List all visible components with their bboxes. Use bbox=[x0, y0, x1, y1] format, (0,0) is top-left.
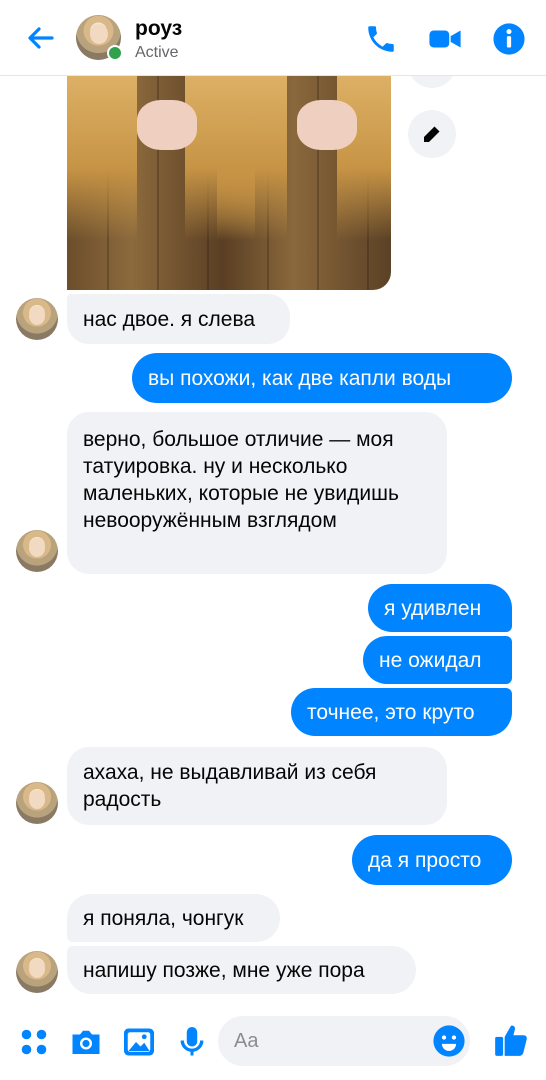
thumbs-up-icon[interactable] bbox=[492, 1020, 530, 1060]
conversation-header: роуз Active bbox=[0, 0, 546, 76]
contact-avatar-small[interactable] bbox=[16, 298, 58, 340]
contact-avatar-small[interactable] bbox=[16, 782, 58, 824]
contact-name[interactable]: роуз bbox=[135, 17, 182, 41]
contact-avatar-small[interactable] bbox=[16, 951, 58, 993]
outgoing-message[interactable]: точнее, это круто bbox=[291, 688, 512, 736]
incoming-message[interactable]: я поняла, чонгук bbox=[67, 894, 280, 942]
info-icon[interactable] bbox=[492, 22, 526, 56]
message-composer: Aa bbox=[0, 1000, 546, 1080]
outgoing-message[interactable]: я удивлен bbox=[368, 584, 512, 632]
outgoing-message[interactable]: вы похожи, как две капли воды bbox=[132, 353, 512, 403]
four-dots-icon[interactable] bbox=[16, 1024, 52, 1060]
incoming-message[interactable]: верно, большое отличие — моя татуировка.… bbox=[67, 412, 447, 574]
microphone-icon[interactable] bbox=[174, 1024, 210, 1060]
incoming-message[interactable]: напишу позже, мне уже пора bbox=[67, 946, 416, 994]
incoming-message[interactable]: нас двое. я слева bbox=[67, 294, 290, 344]
edit-photo-button[interactable] bbox=[408, 110, 456, 158]
incoming-message[interactable]: ахаха, не выдавливай из себя радость bbox=[67, 747, 447, 825]
shared-photo[interactable] bbox=[67, 60, 391, 290]
smiley-icon[interactable] bbox=[432, 1024, 466, 1058]
image-icon[interactable] bbox=[121, 1024, 157, 1060]
phone-icon[interactable] bbox=[364, 22, 398, 56]
camera-icon[interactable] bbox=[68, 1024, 104, 1060]
contact-status: Active bbox=[135, 44, 179, 61]
video-camera-icon[interactable] bbox=[428, 22, 462, 56]
pencil-icon bbox=[424, 126, 440, 142]
contact-avatar-small[interactable] bbox=[16, 530, 58, 572]
outgoing-message[interactable]: не ожидал bbox=[363, 636, 512, 684]
back-arrow-icon[interactable] bbox=[24, 22, 56, 54]
active-status-dot bbox=[107, 45, 123, 61]
outgoing-message[interactable]: да я просто bbox=[352, 835, 512, 885]
